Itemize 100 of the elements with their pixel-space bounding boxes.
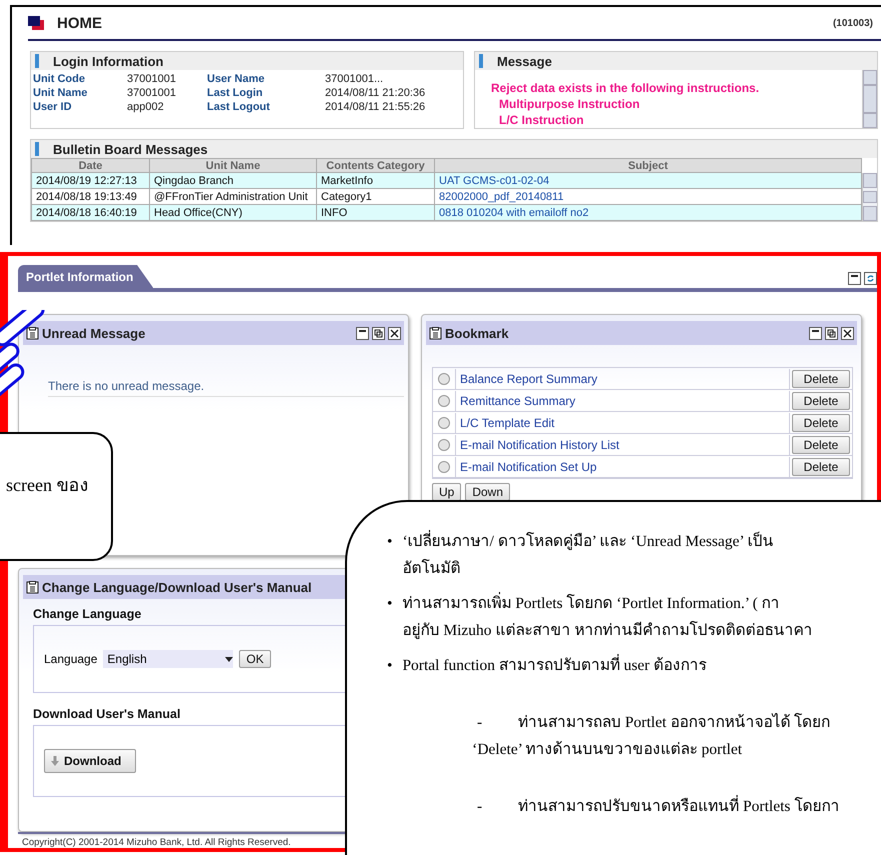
field-value: 37001001 <box>127 73 177 85</box>
unread-status-text: There is no unread message. <box>48 379 404 397</box>
table-cell: 2014/08/19 12:27:13 <box>32 172 150 188</box>
column-header: Unit Name <box>150 158 316 172</box>
language-select[interactable]: English <box>103 650 234 668</box>
bullet-marker: • <box>387 532 392 552</box>
callout-text: screen ของ <box>6 475 88 495</box>
field-value: 37001001... <box>325 73 384 85</box>
close-button[interactable] <box>841 326 854 340</box>
radio-button[interactable] <box>438 460 450 472</box>
table-cell: Category1 <box>316 188 434 204</box>
subject-link[interactable]: 0818 010204 with emailoff no2 <box>434 204 862 220</box>
panel-title: Login Information <box>53 54 164 68</box>
close-icon <box>390 328 399 338</box>
field-label: Last Login <box>207 87 264 99</box>
scrollbar[interactable] <box>862 173 877 221</box>
field-label: User ID <box>33 101 73 113</box>
caret-icon <box>225 656 234 662</box>
bookmark-link[interactable]: Balance Report Summary <box>455 368 790 388</box>
message-text: Reject data exists in the following instructions. <box>491 80 760 96</box>
clipboard-icon <box>26 326 39 340</box>
callout-text: ท่านสามารถลบ Portlet ออกจากหน้าจอได้ โดยก <box>518 712 830 733</box>
table-cell: 2014/08/18 19:13:49 <box>32 188 150 204</box>
clipboard-icon <box>26 580 39 594</box>
callout-text: อยู่กับ Mizuho แต่ละสาขา หากท่านมีคำถามโปรดติดต่อธนาคา <box>402 620 812 641</box>
portlet-title: Change Language/Download User's Manual <box>42 580 313 594</box>
portlet-title: Unread Message <box>42 326 146 340</box>
screen-id: (101003) <box>832 18 873 28</box>
delete-button[interactable]: Delete <box>792 392 850 410</box>
restore-button[interactable] <box>372 326 385 340</box>
callout-text: Portal function สามารถปรับตามที่ user ต้องการ <box>402 652 706 679</box>
ok-button[interactable]: OK <box>239 650 271 668</box>
subject-link[interactable]: 82002000_pdf_20140811 <box>434 188 862 204</box>
message-text: L/C Instruction <box>498 112 585 128</box>
column-header: Contents Category <box>316 158 434 172</box>
panel-title: Bulletin Board Messages <box>53 142 208 156</box>
field-label: Unit Code <box>33 73 86 85</box>
download-button[interactable]: Download <box>44 749 136 773</box>
home-logo-icon <box>28 16 45 30</box>
callout-text: ท่านสามารถปรับขนาดหรือแทนที่ Portlets โดยกา <box>518 793 840 820</box>
table-cell: 2014/08/18 16:40:19 <box>32 204 150 220</box>
close-button[interactable] <box>388 326 401 340</box>
portlet-title: Bookmark <box>445 326 510 340</box>
subject-link[interactable]: UAT GCMS-c01-02-04 <box>434 172 862 188</box>
section-marker <box>479 54 483 68</box>
radio-button[interactable] <box>438 394 450 406</box>
dash-marker: - <box>477 797 482 817</box>
radio-button[interactable] <box>438 438 450 450</box>
move-button[interactable]: Down <box>465 483 510 501</box>
section-marker <box>35 54 39 68</box>
portlet-information-tab[interactable]: Portlet Information <box>18 265 154 288</box>
radio-button[interactable] <box>438 416 450 428</box>
table-cell: @FFronTier Administration Unit <box>150 188 316 204</box>
bookmark-link[interactable]: E-mail Notification Set Up <box>455 456 790 476</box>
section-title: Download User's Manual <box>33 707 182 721</box>
minimize-button[interactable] <box>809 326 822 340</box>
refresh-icon <box>866 274 875 283</box>
message-text: Multipurpose Instruction <box>498 96 641 112</box>
bullet-marker: • <box>387 656 392 676</box>
field-value: 37001001 <box>127 87 177 99</box>
callout-text: อัตโนมัติ <box>402 558 462 579</box>
column-header: Subject <box>434 158 862 172</box>
restore-icon <box>827 328 836 338</box>
field-value: 2014/08/11 21:55:26 <box>325 101 426 113</box>
delete-button[interactable]: Delete <box>792 436 850 454</box>
panel-title: Message <box>497 54 552 68</box>
language-label: Language <box>44 652 98 666</box>
close-icon <box>843 328 852 338</box>
field-label: Last Logout <box>207 101 271 113</box>
field-value: 2014/08/11 21:20:36 <box>325 87 426 99</box>
callout-text: ท่านสามารถเพิ่ม Portlets โดยกด ‘Portlet Information.’ ( กา <box>402 590 812 617</box>
field-label: User Name <box>207 73 266 85</box>
bookmark-link[interactable]: E-mail Notification History List <box>455 434 790 454</box>
minimize-button[interactable] <box>848 272 861 285</box>
bookmark-link[interactable]: L/C Template Edit <box>455 412 790 432</box>
clipboard-icon <box>429 326 442 340</box>
move-button[interactable]: Up <box>432 483 462 501</box>
delete-button[interactable]: Delete <box>792 458 850 476</box>
table-cell: INFO <box>316 204 434 220</box>
down-arrow-icon <box>51 756 59 766</box>
scrollbar[interactable] <box>862 70 877 128</box>
restore-button[interactable] <box>825 326 838 340</box>
field-value: app002 <box>127 101 165 113</box>
column-header: Date <box>32 158 150 172</box>
table-cell: Head Office(CNY) <box>150 204 316 220</box>
section-marker <box>35 142 39 156</box>
minimize-button[interactable] <box>356 326 369 340</box>
table-cell: MarketInfo <box>316 172 434 188</box>
delete-button[interactable]: Delete <box>792 414 850 432</box>
page-title: HOME <box>57 14 103 32</box>
bookmark-link[interactable]: Remittance Summary <box>455 390 790 410</box>
refresh-button[interactable] <box>864 272 877 285</box>
callout-text: ‘Delete’ ทางด้านบนขวาของแต่ละ portlet <box>472 740 744 760</box>
radio-button[interactable] <box>438 372 450 384</box>
table-cell: Qingdao Branch <box>150 172 316 188</box>
callout-text: ‘เปลี่ยนภาษา/ ดาวโหลดคู่มือ’ และ ‘Unread Message’ เป็น <box>402 528 774 555</box>
restore-icon <box>374 328 383 338</box>
bullet-marker: • <box>387 594 392 614</box>
section-title: Change Language <box>33 607 142 621</box>
delete-button[interactable]: Delete <box>792 370 850 388</box>
